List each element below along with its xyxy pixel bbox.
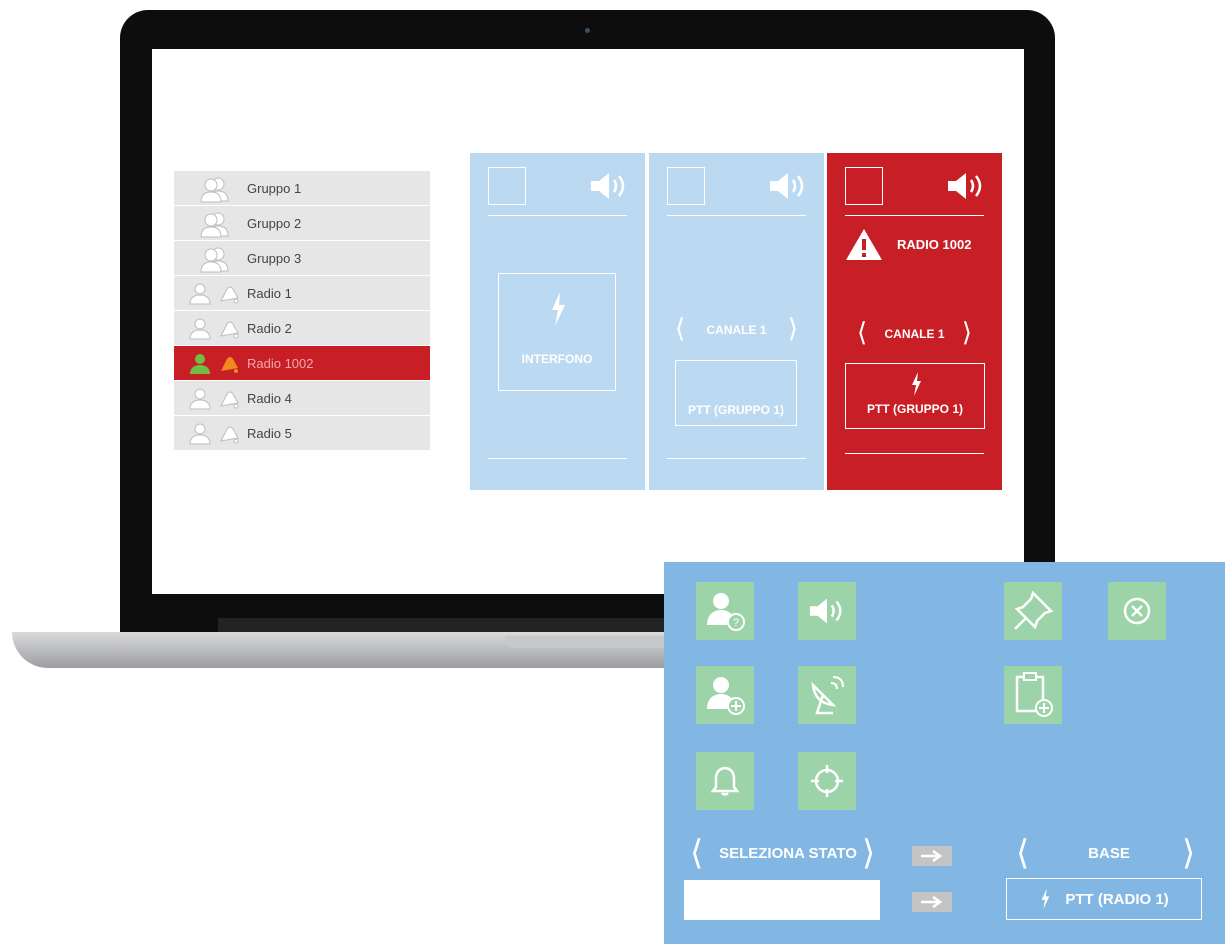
chevron-left-icon[interactable]: ⟨ <box>690 836 703 870</box>
list-item-label: Radio 1 <box>247 285 292 301</box>
arrow-right-icon <box>921 850 943 862</box>
speaker-icon[interactable] <box>768 171 808 201</box>
clipboard-add-icon <box>1015 672 1053 717</box>
divider <box>488 458 627 459</box>
list-item-gruppo-1[interactable]: Gruppo 1 <box>174 171 430 206</box>
arrow-right-icon <box>921 896 943 908</box>
crosshair-icon <box>811 765 843 797</box>
warning-icon <box>846 229 882 260</box>
apply-input-button[interactable] <box>912 892 952 912</box>
list-item-radio-1[interactable]: Radio 1 <box>174 276 430 311</box>
add-report-button[interactable] <box>1004 666 1062 724</box>
list-item-radio-1002[interactable]: Radio 1002 <box>174 346 430 381</box>
alarm-button[interactable] <box>696 752 754 810</box>
select-state-label: SELEZIONA STATO <box>719 845 857 862</box>
bell-icon <box>220 286 239 304</box>
base-label: BASE <box>1088 845 1130 862</box>
list-item-label: Radio 1002 <box>247 355 314 371</box>
state-input[interactable] <box>684 880 880 920</box>
user-icon <box>189 423 211 445</box>
divider <box>667 458 806 459</box>
divider <box>845 215 984 216</box>
add-user-button[interactable] <box>696 666 754 724</box>
group-icon <box>200 247 229 273</box>
bell-icon <box>221 357 238 373</box>
list-item-label: Gruppo 3 <box>247 250 302 266</box>
list-item-radio-4[interactable]: Radio 4 <box>174 381 430 416</box>
user-icon <box>189 283 211 305</box>
list-item-label: Radio 4 <box>247 390 292 406</box>
close-button[interactable] <box>1108 582 1166 640</box>
bell-icon <box>220 391 239 409</box>
alert-label: RADIO 1002 <box>897 236 972 252</box>
speaker-button[interactable] <box>798 582 856 640</box>
channel-label: CANALE 1 <box>884 327 945 341</box>
bell-icon <box>220 321 239 339</box>
chevron-right-icon[interactable]: ⟩ <box>788 315 798 341</box>
group-icon <box>200 212 229 238</box>
alert-row: RADIO 1002 <box>845 227 971 261</box>
close-circle-icon <box>1123 597 1151 625</box>
intercom-label: INTERFONO <box>521 352 593 366</box>
list-item-label: Radio 2 <box>247 320 292 336</box>
laptop-screen: Gruppo 1 Gruppo 2 Gruppo 3 Radio 1 Radio… <box>152 49 1024 594</box>
user-icon <box>189 318 211 340</box>
bolt-icon <box>1041 888 1050 910</box>
intercom-panel: INTERFONO <box>470 153 645 490</box>
list-item-label: Gruppo 2 <box>247 215 302 231</box>
list-item-radio-2[interactable]: Radio 2 <box>174 311 430 346</box>
select-checkbox[interactable] <box>845 167 883 205</box>
laptop-notch <box>505 636 675 648</box>
channel-panel: ⟨ CANALE 1 ⟩ PTT (GRUPPO 1) <box>649 153 824 490</box>
list-item-radio-5[interactable]: Radio 5 <box>174 416 430 451</box>
svg-text:?: ? <box>733 617 739 629</box>
chevron-right-icon[interactable]: ⟩ <box>962 319 972 345</box>
camera-dot <box>585 28 590 33</box>
divider <box>667 215 806 216</box>
alert-panel: RADIO 1002 ⟨ CANALE 1 ⟩ PTT (GRUPPO 1) <box>827 153 1002 490</box>
contact-list: Gruppo 1 Gruppo 2 Gruppo 3 Radio 1 Radio… <box>174 171 430 451</box>
user-info-button[interactable]: ? <box>696 582 754 640</box>
speaker-icon[interactable] <box>946 171 986 201</box>
list-item-gruppo-3[interactable]: Gruppo 3 <box>174 241 430 276</box>
pin-button[interactable] <box>1004 582 1062 640</box>
divider <box>488 215 627 216</box>
list-item-gruppo-2[interactable]: Gruppo 2 <box>174 206 430 241</box>
user-question-icon: ? <box>707 593 745 631</box>
ptt-button[interactable]: PTT (GRUPPO 1) <box>675 360 797 426</box>
bolt-icon <box>552 292 565 326</box>
speaker-icon <box>809 598 842 624</box>
user-icon <box>189 388 211 410</box>
bell-icon <box>710 766 740 796</box>
list-item-label: Gruppo 1 <box>247 180 302 196</box>
list-item-label: Radio 5 <box>247 425 292 441</box>
ptt-button[interactable]: PTT (GRUPPO 1) <box>845 363 985 429</box>
user-add-icon <box>707 677 745 715</box>
ptt-label: PTT (GRUPPO 1) <box>866 402 963 416</box>
user-icon <box>190 354 210 374</box>
chevron-left-icon[interactable]: ⟨ <box>1016 836 1029 870</box>
chevron-right-icon[interactable]: ⟩ <box>862 836 875 870</box>
locate-button[interactable] <box>798 752 856 810</box>
pin-icon <box>1014 590 1054 630</box>
satellite-dish-icon <box>811 676 844 715</box>
bolt-icon <box>912 372 921 396</box>
divider <box>845 453 984 454</box>
ptt-radio-button[interactable]: PTT (RADIO 1) <box>1006 878 1202 920</box>
apply-state-button[interactable] <box>912 846 952 866</box>
chevron-right-icon[interactable]: ⟩ <box>1182 836 1195 870</box>
ptt-radio-label: PTT (RADIO 1) <box>1065 890 1169 908</box>
speaker-icon[interactable] <box>589 171 629 201</box>
intercom-button[interactable]: INTERFONO <box>498 273 616 391</box>
select-checkbox[interactable] <box>488 167 526 205</box>
control-panel: ? ⟨ SELEZIONA STATO ⟩ ⟨ BASE ⟩ PTT (RADI… <box>664 562 1225 944</box>
select-checkbox[interactable] <box>667 167 705 205</box>
bell-icon <box>220 426 239 444</box>
ptt-label: PTT (GRUPPO 1) <box>687 403 784 417</box>
satellite-button[interactable] <box>798 666 856 724</box>
group-icon <box>200 177 229 203</box>
